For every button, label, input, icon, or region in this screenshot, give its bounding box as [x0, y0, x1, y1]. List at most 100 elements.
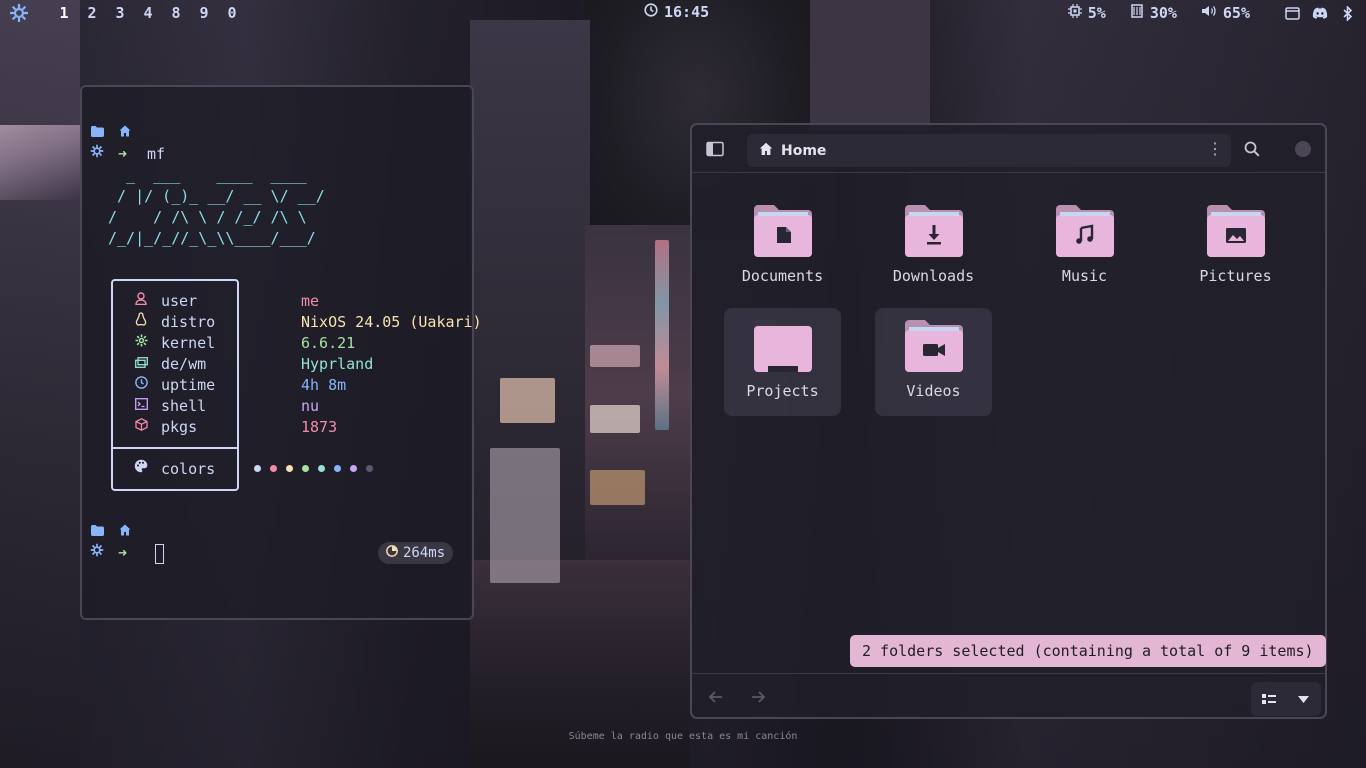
folder-downloads-icon [904, 205, 963, 257]
workspace-1[interactable]: 1 [50, 4, 78, 22]
fetch-key: de/wm [161, 355, 207, 373]
prompt-command: mf [147, 145, 166, 163]
view-toggle[interactable] [1251, 682, 1321, 716]
workspace-switcher: 1 2 3 4 8 9 0 [0, 2, 246, 24]
folder-videos[interactable]: Videos [875, 308, 992, 416]
nixos-logo-icon[interactable] [8, 2, 30, 24]
sidebar-toggle-icon[interactable] [706, 141, 724, 157]
package-icon [131, 417, 151, 438]
duration-value: 264ms [403, 544, 446, 561]
linux-icon [131, 312, 151, 333]
close-button[interactable] [1295, 141, 1311, 157]
fetch-row-user: user me [131, 291, 319, 312]
folder-icon [90, 522, 104, 543]
back-arrow-icon[interactable] [708, 688, 723, 707]
bluetooth-icon[interactable] [1340, 5, 1356, 21]
color-dot [334, 465, 341, 472]
color-dot [350, 465, 357, 472]
workspace-3[interactable]: 3 [106, 4, 134, 22]
window-icon [131, 354, 151, 375]
wallpaper-building-signs [585, 225, 690, 565]
fetch-row-colors: colors [131, 459, 251, 480]
folder-name: Projects [746, 382, 819, 400]
clock[interactable]: 16:45 [644, 3, 709, 21]
fetch-value: me [301, 292, 320, 310]
search-icon[interactable] [1243, 140, 1263, 160]
path-bar[interactable]: Home [747, 134, 1231, 167]
wallpaper-sign [590, 470, 645, 505]
clock-icon [644, 3, 658, 21]
top-bar: 1 2 3 4 8 9 0 16:45 5% 30% 65% [0, 0, 1366, 26]
text-cursor[interactable] [155, 543, 165, 564]
fetch-divider [113, 447, 237, 449]
prompt-path [90, 123, 132, 144]
nixos-prompt-icon [90, 144, 104, 165]
fetch-row-shell: shell nu [131, 396, 319, 417]
discord-icon[interactable] [1312, 5, 1328, 21]
fetch-value: Hyprland [301, 355, 374, 373]
current-location: Home [781, 142, 827, 159]
fetch-row-uptime: uptime 4h 8m [131, 375, 346, 396]
workspace-2[interactable]: 2 [78, 4, 106, 22]
timer-icon [386, 543, 398, 564]
fetch-key: uptime [161, 376, 216, 394]
cpu-usage[interactable]: 5% [1067, 4, 1106, 22]
screen-icon[interactable] [1284, 5, 1300, 21]
chevron-down-icon[interactable] [1286, 682, 1321, 716]
list-view-icon[interactable] [1251, 682, 1286, 716]
clock-time: 16:45 [664, 3, 710, 21]
prompt-arrow-icon: ➜ [118, 145, 128, 163]
file-manager-footer [692, 673, 1325, 719]
folder-pictures[interactable]: Pictures [1177, 193, 1294, 301]
gear-icon [131, 333, 151, 354]
fetch-key: distro [161, 313, 216, 331]
wallpaper-vending-machine [490, 448, 560, 583]
memory-usage[interactable]: 30% [1130, 4, 1177, 22]
prompt-line: ➜ mf [90, 144, 165, 165]
wallpaper-sign [590, 405, 640, 433]
folder-documents[interactable]: Documents [724, 193, 841, 301]
folder-name: Downloads [892, 267, 975, 285]
folder-music[interactable]: Music [1026, 193, 1143, 301]
path-menu-icon[interactable]: ⋮ [1207, 139, 1223, 161]
prompt-arrow-icon: ➜ [118, 544, 128, 562]
folder-projects[interactable]: Projects [724, 308, 841, 416]
home-icon [118, 522, 132, 543]
color-dot [318, 465, 325, 472]
folder-music-icon [1055, 205, 1114, 257]
home-icon [759, 142, 773, 160]
workspace-0[interactable]: 0 [218, 4, 246, 22]
fetch-value: NixOS 24.05 (Uakari) [301, 313, 482, 331]
forward-arrow-icon[interactable] [751, 688, 766, 707]
fetch-key: pkgs [161, 418, 198, 436]
folder-documents-icon [753, 205, 812, 257]
fetch-value: 6.6.21 [301, 334, 356, 352]
folder-downloads[interactable]: Downloads [875, 193, 992, 301]
system-tray: 5% 30% 65% [1044, 4, 1366, 22]
cpu-value: 5% [1087, 4, 1106, 22]
color-dot [302, 465, 309, 472]
fetch-key: kernel [161, 334, 216, 352]
prompt-line[interactable]: ➜ [90, 543, 165, 564]
terminal-window[interactable]: ➜ mf _ ___ ____ ____ / |/ (_)_ __/ __ \/… [80, 85, 482, 620]
nixos-prompt-icon [90, 543, 104, 564]
workspace-4[interactable]: 4 [134, 4, 162, 22]
memory-icon [1130, 4, 1144, 22]
ascii-logo: _ ___ ____ ____ / |/ (_)_ __/ __ \/ __/ … [108, 166, 325, 247]
folder-name: Pictures [1199, 267, 1272, 285]
wallpaper-neon-sign [655, 240, 669, 430]
fetch-row-kernel: kernel 6.6.21 [131, 333, 355, 354]
fetch-key: shell [161, 397, 207, 415]
fetch-value: 1873 [301, 418, 338, 436]
folder-projects-icon [753, 320, 812, 372]
color-dot [286, 465, 293, 472]
folder-videos-icon [904, 320, 963, 372]
color-palette [254, 465, 373, 472]
volume-control[interactable]: 65% [1201, 4, 1250, 22]
workspace-8[interactable]: 8 [162, 4, 190, 22]
fetch-value: nu [301, 397, 320, 415]
clock-icon [131, 375, 151, 396]
file-manager-window[interactable]: Home ⋮ Documents Downloads Music Picture… [690, 123, 1327, 719]
workspace-9[interactable]: 9 [190, 4, 218, 22]
folder-icon [90, 123, 104, 144]
